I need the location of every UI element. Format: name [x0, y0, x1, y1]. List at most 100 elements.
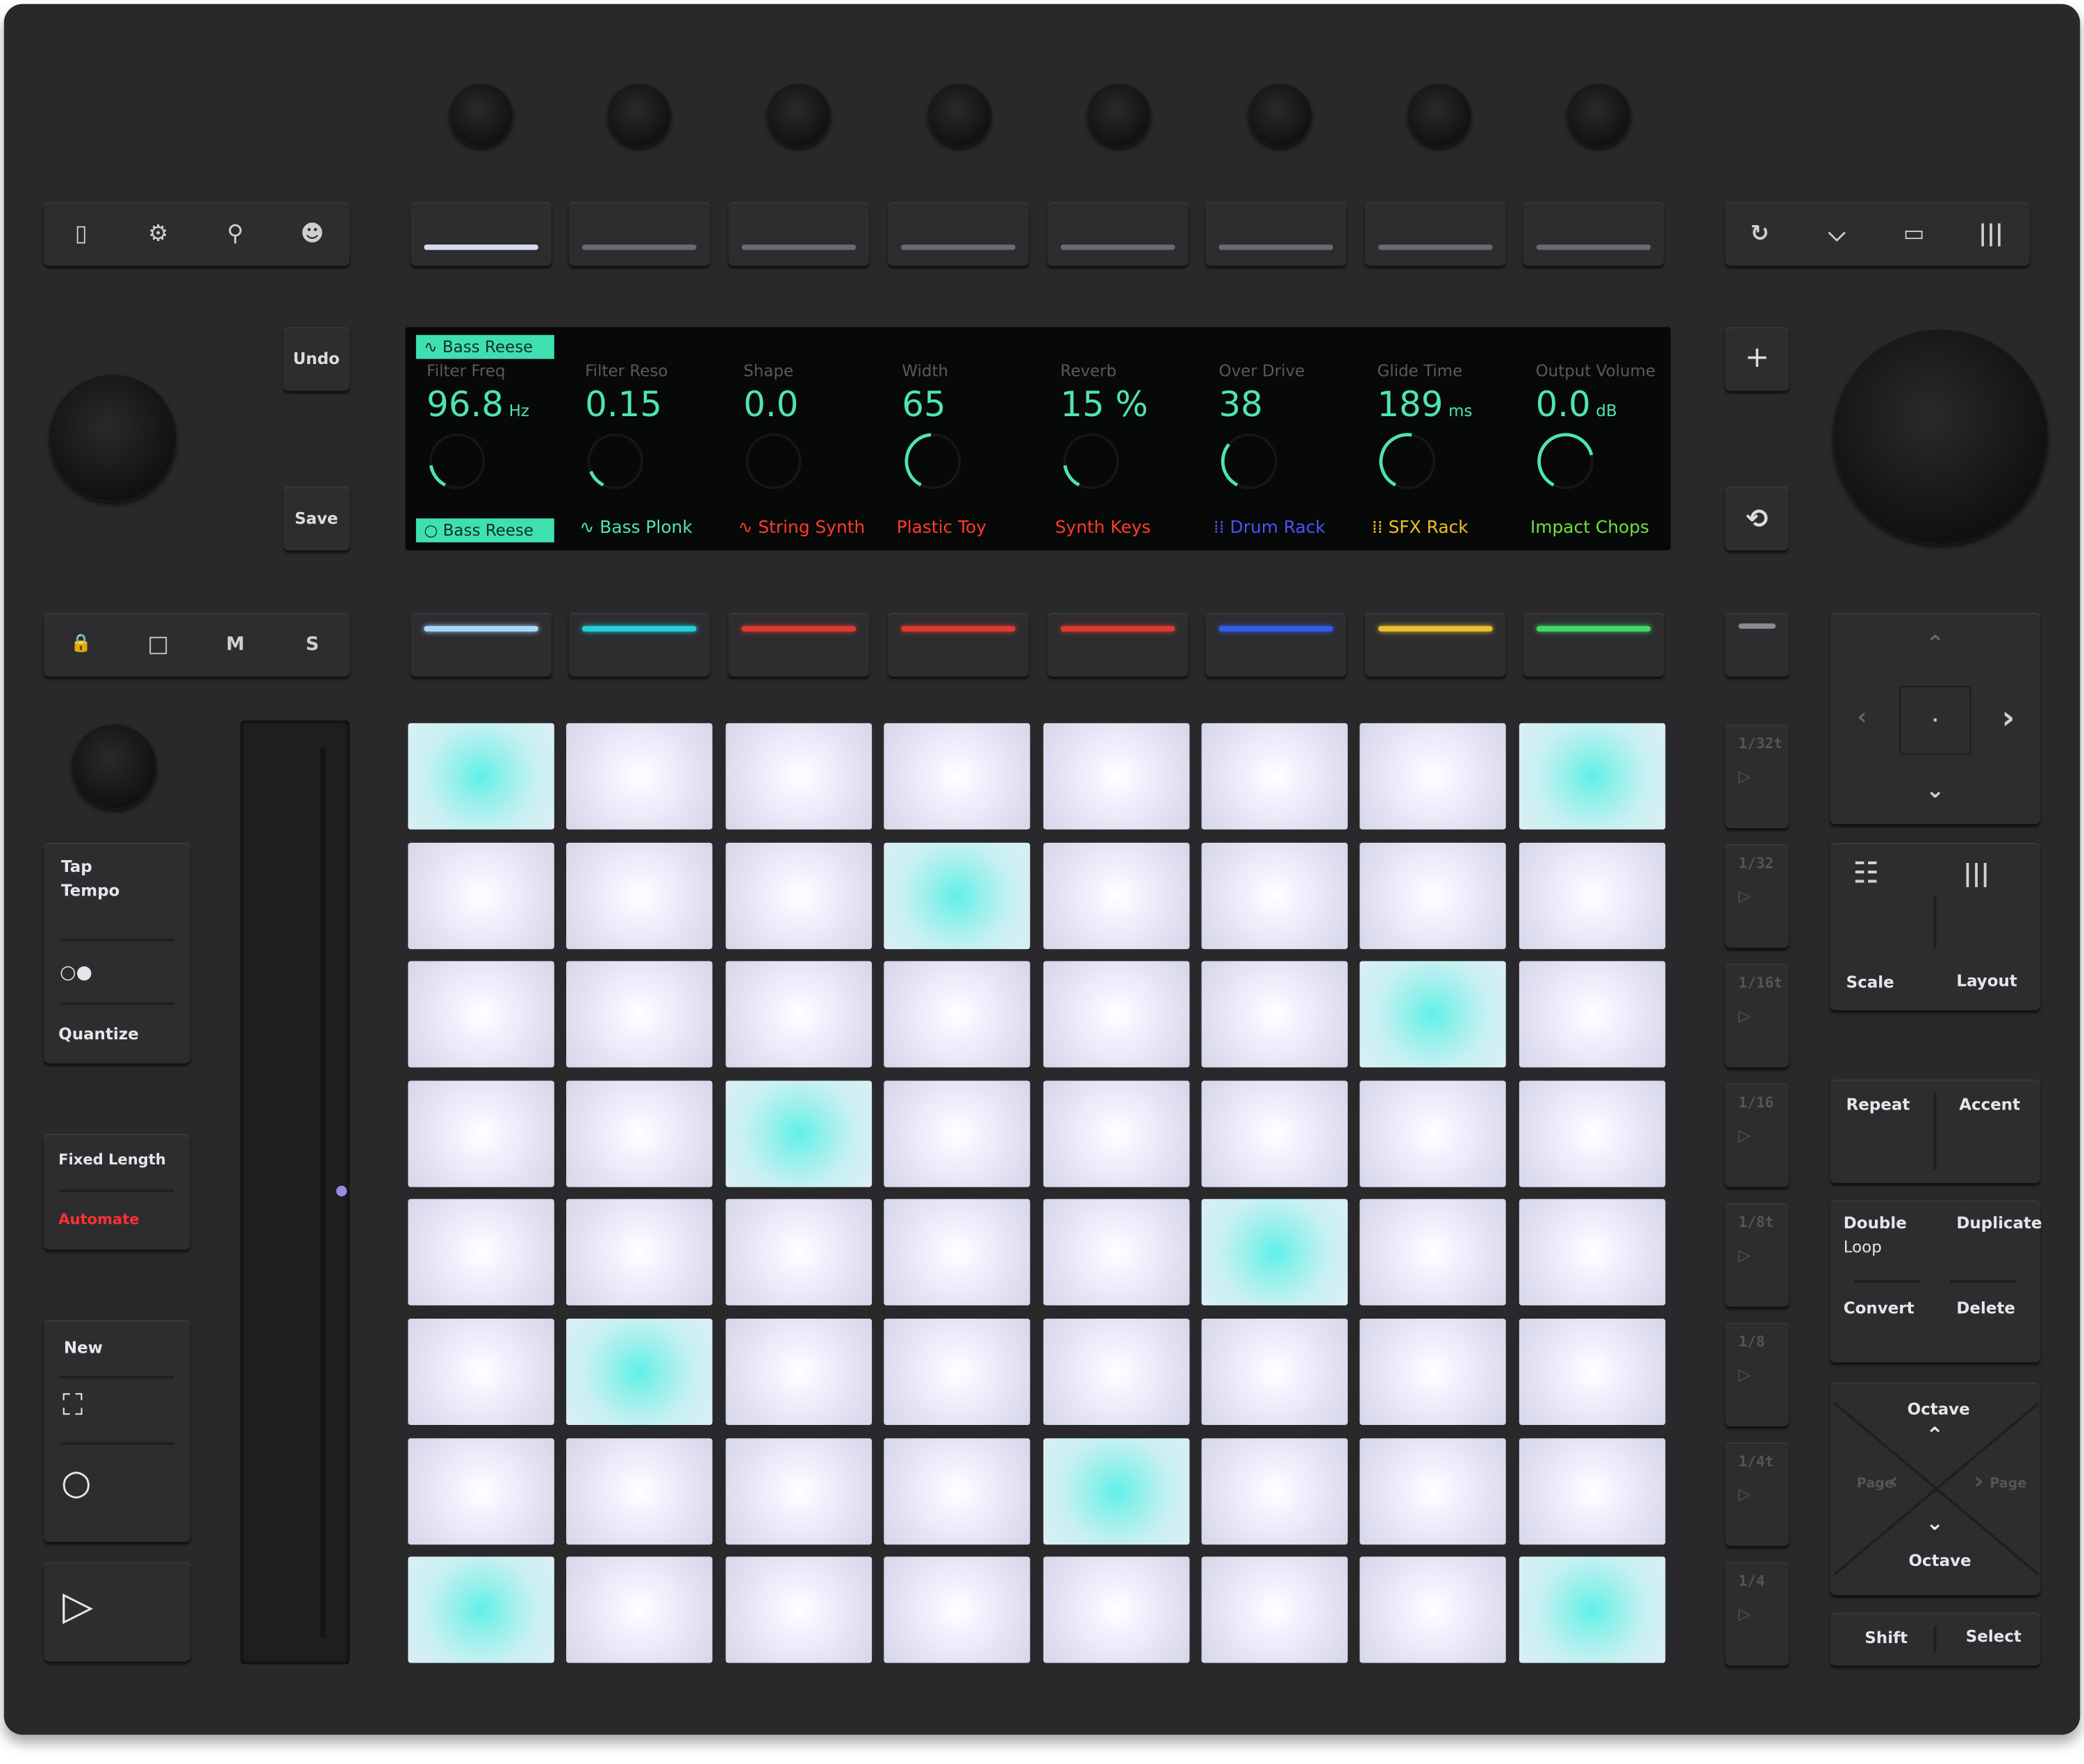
pad[interactable] — [566, 1080, 713, 1187]
lightbulb-icon[interactable]: ⚲ — [204, 202, 267, 266]
accent-button[interactable]: Accent — [1959, 1096, 2020, 1114]
pad[interactable] — [1043, 842, 1189, 949]
pad[interactable] — [1519, 723, 1665, 830]
lock-button[interactable]: 🔒 — [49, 613, 113, 677]
track-tab[interactable]: ∿ Bass Plonk — [580, 518, 693, 538]
stop-button[interactable]: □ — [126, 613, 190, 677]
pad[interactable] — [1360, 1556, 1507, 1663]
upper-select-button[interactable] — [1047, 201, 1189, 266]
parameter-knob[interactable] — [1407, 83, 1472, 148]
track-tab[interactable]: ∿ String Synth — [738, 518, 866, 538]
pad[interactable] — [1519, 842, 1665, 949]
pad[interactable] — [725, 1199, 872, 1306]
shift-button[interactable]: Shift — [1864, 1629, 1908, 1647]
scene-launch-button[interactable]: 1/16t ▷ — [1725, 964, 1789, 1068]
pad[interactable] — [1360, 1199, 1507, 1306]
tap-label[interactable]: Tap — [61, 857, 92, 876]
record-icon[interactable]: ○ — [61, 1464, 91, 1503]
pad[interactable] — [884, 1080, 1031, 1187]
arrow-down-icon[interactable]: ⌄ — [1903, 759, 1967, 823]
track-select-button[interactable] — [1364, 613, 1506, 677]
pad[interactable] — [408, 1556, 554, 1663]
parameter-knob[interactable] — [1248, 83, 1312, 148]
pad[interactable] — [884, 1437, 1031, 1544]
convert-icon[interactable]: ⟲ — [1725, 486, 1789, 551]
pad[interactable] — [408, 723, 554, 830]
track-select-button[interactable] — [1523, 613, 1664, 677]
pad[interactable] — [408, 1318, 554, 1426]
pad[interactable] — [1360, 1080, 1507, 1187]
track-select-button[interactable] — [1205, 613, 1347, 677]
track-tab[interactable]: ⁞⁞ Drum Rack — [1214, 518, 1325, 538]
gear-icon[interactable]: ⚙ — [126, 202, 190, 266]
pad[interactable] — [725, 842, 872, 949]
columns-icon[interactable]: ||| — [1959, 202, 2023, 266]
pad[interactable] — [725, 961, 872, 1068]
master-button[interactable] — [1725, 613, 1789, 677]
duplicate-icon[interactable]: ⛶ — [63, 1389, 83, 1422]
mixer-icon[interactable]: ⌵ — [1805, 202, 1869, 266]
page-right-button[interactable]: Page — [1990, 1477, 2026, 1492]
clip-icon[interactable]: ▭ — [1882, 202, 1946, 266]
upper-select-button[interactable] — [411, 201, 552, 266]
pad[interactable] — [1043, 1080, 1189, 1187]
mute-button[interactable]: M — [204, 613, 267, 677]
loop-icon[interactable]: ↻ — [1728, 202, 1792, 266]
pad[interactable] — [566, 961, 713, 1068]
track-tab[interactable]: ⁞⁞ SFX Rack — [1372, 518, 1469, 538]
user-icon[interactable]: ☻ — [281, 202, 345, 266]
pad[interactable] — [1043, 961, 1189, 1068]
repeat-button[interactable]: Repeat — [1846, 1096, 1910, 1114]
pad[interactable] — [1360, 961, 1507, 1068]
pad[interactable] — [1201, 1556, 1348, 1663]
pad[interactable] — [1201, 1437, 1348, 1544]
pad[interactable] — [408, 1080, 554, 1187]
parameter-knob[interactable] — [449, 83, 513, 148]
file-icon[interactable]: ▯ — [49, 202, 113, 266]
upper-select-button[interactable] — [1523, 201, 1664, 266]
parameter-knob[interactable] — [766, 83, 831, 148]
pad[interactable] — [884, 1556, 1031, 1663]
pad[interactable] — [884, 1318, 1031, 1426]
pad[interactable] — [1201, 842, 1348, 949]
arrow-up-icon[interactable]: ⌃ — [1903, 613, 1967, 677]
solo-button[interactable]: S — [281, 613, 345, 677]
track-select-button[interactable] — [568, 613, 710, 677]
upper-select-button[interactable] — [1205, 201, 1347, 266]
double-loop-button[interactable]: Double — [1844, 1214, 1907, 1233]
add-button[interactable]: + — [1725, 327, 1789, 391]
pad[interactable] — [566, 1318, 713, 1426]
swing-knob[interactable] — [72, 724, 157, 810]
pad[interactable] — [1519, 1556, 1665, 1663]
parameter-knob[interactable] — [607, 83, 672, 148]
master-encoder[interactable] — [1833, 329, 2049, 545]
pad[interactable] — [884, 1199, 1031, 1306]
pad[interactable] — [408, 961, 554, 1068]
pad[interactable] — [566, 1199, 713, 1306]
new-button[interactable]: New — [64, 1339, 103, 1358]
convert-button[interactable]: Convert — [1844, 1299, 1915, 1317]
parameter-knob[interactable] — [1566, 83, 1631, 148]
octave-up-button[interactable]: Octave — [1908, 1400, 1970, 1419]
track-select-button[interactable] — [888, 613, 1029, 677]
parameter-knob[interactable] — [1087, 83, 1151, 148]
scale-button[interactable]: Scale — [1846, 973, 1894, 992]
upper-select-button[interactable] — [728, 201, 870, 266]
pad[interactable] — [566, 1437, 713, 1544]
pad[interactable] — [1043, 1556, 1189, 1663]
upper-select-button[interactable] — [568, 201, 710, 266]
automate-button[interactable]: Automate — [58, 1211, 139, 1228]
pad[interactable] — [725, 1437, 872, 1544]
pad[interactable] — [725, 1318, 872, 1426]
pad[interactable] — [725, 723, 872, 830]
upper-select-button[interactable] — [1364, 201, 1506, 266]
touch-strip[interactable] — [240, 720, 350, 1665]
select-button[interactable]: Select — [1966, 1627, 2021, 1646]
duplicate-button[interactable]: Duplicate — [1956, 1214, 2042, 1233]
pad[interactable] — [566, 842, 713, 949]
pad[interactable] — [884, 842, 1031, 949]
undo-button[interactable]: Undo — [283, 327, 350, 391]
pad[interactable] — [1201, 1199, 1348, 1306]
pad[interactable] — [1201, 1080, 1348, 1187]
pad[interactable] — [1043, 1318, 1189, 1426]
